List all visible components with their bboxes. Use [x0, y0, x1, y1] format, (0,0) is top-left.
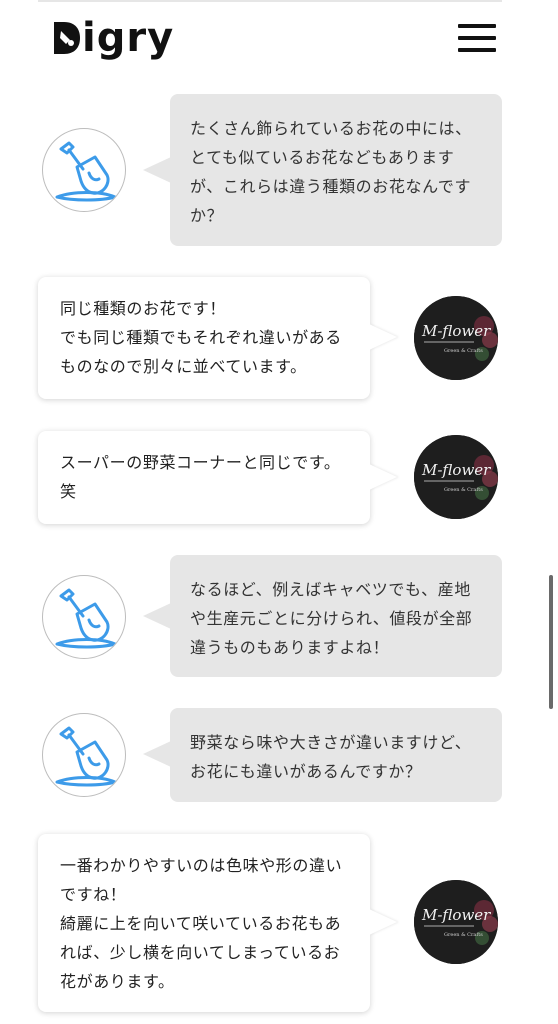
shop-logo-text: M-flower [421, 906, 491, 924]
shop-logo-tagline: Green & Crafts [444, 487, 483, 493]
bubble-tail [143, 741, 171, 767]
mflower-logo-icon: M-flower Green & Crafts [414, 296, 498, 380]
digry-logo[interactable]: igry [52, 14, 174, 62]
shop-message-bubble: スーパーの野菜コーナーと同じです。笑 [38, 431, 370, 524]
shop-message-bubble: 同じ種類のお花です！ でも同じ種類でもそれぞれ違いがあるものなので別々に並べてい… [38, 277, 370, 399]
shop-logo-tagline: Green & Crafts [444, 932, 483, 938]
shop-message-bubble: 一番わかりやすいのは色味や形の違いですね！ 綺麗に上を向いて咲いているお花もあれ… [38, 834, 370, 1012]
shop-avatar: M-flower Green & Crafts [414, 435, 498, 519]
bubble-tail [143, 157, 171, 183]
shovel-icon [55, 141, 117, 202]
bubble-tail [369, 464, 397, 490]
shop-avatar: M-flower Green & Crafts [414, 296, 498, 380]
user-avatar [42, 128, 126, 212]
shop-logo-text: M-flower [421, 322, 491, 340]
user-message-bubble: なるほど、例えばキャベツでも、産地や生産元ごとに分けられ、値段が全部違うものもあ… [170, 555, 502, 677]
user-message-bubble: 野菜なら味や大きさが違いますけど、お花にも違いがあるんですか？ [170, 708, 502, 802]
user-avatar [42, 575, 126, 659]
bubble-tail [143, 603, 171, 629]
logo-wordmark: igry [82, 15, 175, 61]
bubble-tail [369, 324, 397, 350]
user-message-bubble: たくさん飾られているお花の中には、 とても似ているお花などもありますが、これらは… [170, 94, 502, 246]
shop-logo-tagline: Green & Crafts [444, 348, 483, 354]
shop-avatar: M-flower Green & Crafts [414, 880, 498, 964]
digry-logo-mark-icon [54, 22, 80, 54]
scrollbar-thumb[interactable] [549, 575, 553, 709]
hamburger-menu-icon[interactable] [458, 22, 496, 54]
bubble-tail [369, 909, 397, 935]
shovel-icon [55, 726, 117, 787]
site-header: igry [0, 0, 558, 80]
shovel-icon [55, 588, 117, 649]
shop-logo-text: M-flower [421, 461, 491, 479]
user-avatar [42, 713, 126, 797]
mflower-logo-icon: M-flower Green & Crafts [414, 435, 498, 519]
mflower-logo-icon: M-flower Green & Crafts [414, 880, 498, 964]
